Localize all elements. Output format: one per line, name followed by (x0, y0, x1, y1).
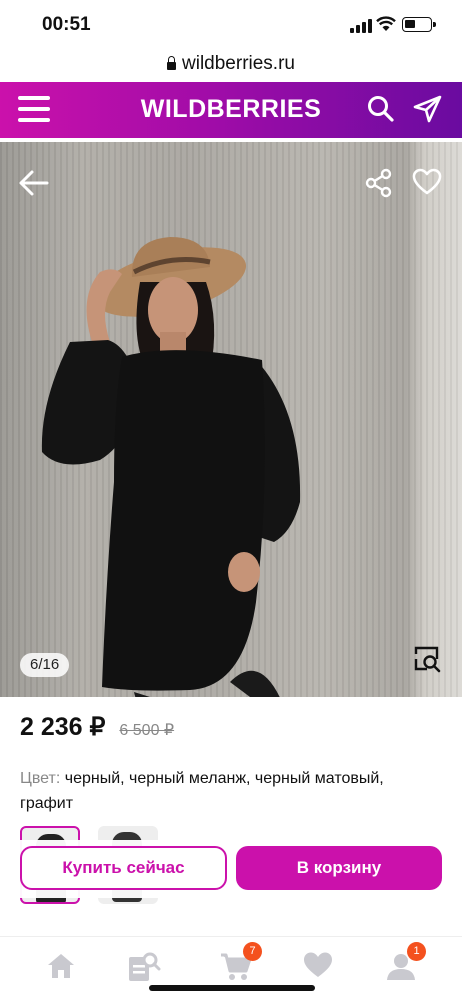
status-bar: 00:51 (0, 0, 462, 46)
color-info: Цвет: черный, черный меланж, черный мато… (20, 766, 440, 816)
catalog-icon[interactable] (127, 951, 161, 983)
favorites-icon[interactable] (303, 951, 333, 979)
back-icon[interactable] (18, 168, 50, 198)
home-icon[interactable] (46, 951, 76, 981)
buy-now-button[interactable]: Купить сейчас (20, 846, 227, 890)
status-time: 00:51 (42, 14, 91, 35)
site-header: WILDBERRIES (0, 82, 462, 138)
current-price: 2 236 ₽ (20, 713, 106, 741)
share-icon[interactable] (364, 168, 394, 198)
profile-badge: 1 (407, 942, 426, 961)
signal-icon (350, 19, 372, 33)
add-to-cart-button[interactable]: В корзину (236, 846, 442, 890)
product-gallery[interactable]: 6/16 (0, 142, 462, 697)
color-label: Цвет: (20, 770, 61, 787)
battery-icon (402, 17, 436, 32)
cart-nav[interactable]: 7 (220, 942, 262, 986)
home-indicator (149, 985, 315, 991)
lock-icon (167, 56, 176, 70)
url-text: wildberries.ru (182, 53, 295, 74)
old-price: 6 500 ₽ (119, 722, 175, 739)
wifi-icon (376, 16, 396, 31)
profile-nav[interactable]: 1 (386, 942, 426, 986)
action-bar: Купить сейчас В корзину (0, 840, 462, 898)
price-block: 2 236 ₽ 6 500 ₽ (20, 712, 174, 742)
product-photo (41, 237, 301, 697)
zoom-icon[interactable] (413, 645, 441, 673)
search-icon[interactable] (366, 94, 396, 124)
send-icon[interactable] (412, 94, 444, 124)
heart-icon[interactable] (412, 168, 442, 196)
cart-badge: 7 (243, 942, 262, 961)
url-bar[interactable]: wildberries.ru (0, 46, 462, 82)
color-value: черный, черный меланж, черный матовый, г… (20, 770, 384, 812)
image-counter: 6/16 (20, 653, 70, 677)
